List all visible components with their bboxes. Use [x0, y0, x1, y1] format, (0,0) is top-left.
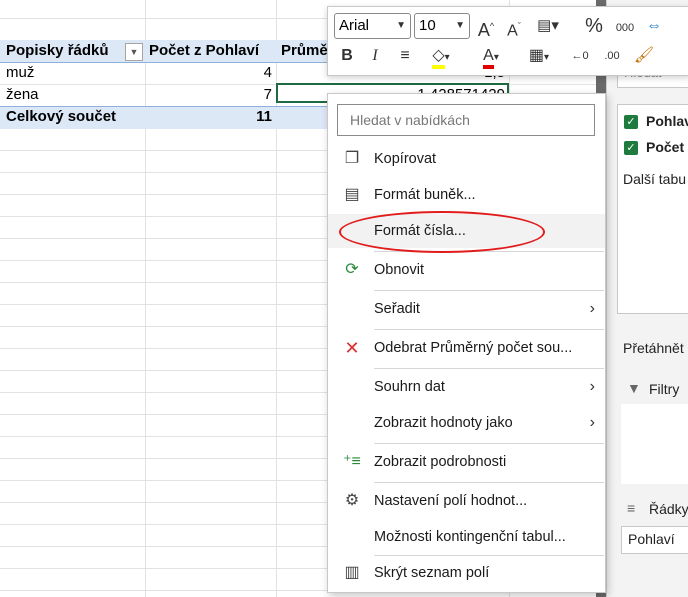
menu-item-value-field-settings[interactable]: ⚙ Nastavení polí hodnot...: [328, 484, 605, 518]
menu-item-label: Skrýt seznam polí: [374, 565, 490, 581]
more-tables-link[interactable]: Další tabu: [623, 171, 686, 187]
menu-item-label: Souhrn dat: [374, 379, 445, 395]
menu-item-format-cells[interactable]: ▤ Formát buněk...: [328, 178, 605, 212]
menu-item-copy[interactable]: ❐ Kopírovat: [328, 142, 605, 176]
pivot-row-count[interactable]: 4: [146, 62, 272, 84]
decrease-decimal-icon[interactable]: .00: [600, 43, 624, 69]
filter-icon: ▼: [627, 380, 641, 396]
bold-button[interactable]: B: [336, 43, 358, 69]
pivot-header-count[interactable]: Počet z Pohlaví: [149, 40, 259, 62]
chevron-right-icon: ›: [589, 300, 595, 317]
copy-icon: ❐: [344, 150, 360, 167]
rows-field-label: Pohlaví: [628, 531, 675, 547]
menu-item-label: Kopírovat: [374, 151, 437, 167]
menu-item-remove-value[interactable]: ✕ Odebrat Průměrný počet sou...: [328, 331, 605, 365]
increase-decimal-icon[interactable]: ←0: [568, 43, 592, 69]
menu-item-refresh[interactable]: ⟳ Obnovit: [328, 253, 605, 287]
menu-separator: [374, 368, 604, 369]
menu-separator: [374, 290, 604, 291]
menu-item-pivot-options[interactable]: Možnosti kontingenční tabul...: [328, 520, 605, 554]
format-cells-icon: ▤: [344, 186, 360, 203]
rows-icon: ≡: [627, 500, 636, 516]
menu-search-input[interactable]: Hledat v nabídkách: [337, 104, 595, 136]
field-list-icon: ▥: [344, 564, 360, 581]
increase-font-icon[interactable]: A^: [476, 13, 496, 43]
menu-item-label: Zobrazit podrobnosti: [374, 454, 507, 470]
pivot-header-row-labels[interactable]: Popisky řádků: [6, 40, 109, 62]
field-settings-icon: ⚙: [344, 492, 360, 509]
thousands-separator-button[interactable]: 000: [612, 15, 638, 41]
font-size-value: 10: [419, 17, 436, 34]
chevron-right-icon: ›: [589, 414, 595, 431]
pivot-field-list-pane: pc Hledat ✓ Pohlaví ✓ Počet Další tabu P…: [606, 0, 688, 597]
show-details-icon: ⁺≡: [343, 453, 361, 470]
chevron-down-icon: ▼: [455, 20, 465, 31]
checkbox-checked-icon[interactable]: ✓: [624, 141, 638, 155]
borders-icon[interactable]: ▦▾: [522, 43, 556, 71]
font-color-icon[interactable]: A▾: [474, 43, 508, 71]
rows-field-item[interactable]: Pohlaví: [621, 526, 688, 554]
pivot-row-label[interactable]: muž: [6, 62, 34, 84]
chevron-right-icon: ›: [589, 378, 595, 395]
menu-item-label: Nastavení polí hodnot...: [374, 493, 528, 509]
pivot-total-count[interactable]: 11: [146, 106, 272, 128]
remove-icon: ✕: [344, 338, 360, 358]
menu-separator: [374, 443, 604, 444]
menu-item-label: Možnosti kontingenční tabul...: [374, 529, 566, 545]
menu-item-label: Zobrazit hodnoty jako: [374, 415, 513, 431]
align-center-icon[interactable]: ≡: [394, 43, 416, 69]
context-menu: Hledat v nabídkách ❐ Kopírovat ▤ Formát …: [327, 93, 606, 593]
filters-drop-area[interactable]: [621, 404, 688, 484]
pivot-row-label[interactable]: žena: [6, 84, 39, 106]
pivot-row-count[interactable]: 7: [146, 84, 272, 106]
percent-style-button[interactable]: %: [583, 13, 605, 39]
menu-separator: [374, 329, 604, 330]
menu-item-label: Odebrat Průměrný počet sou...: [374, 340, 573, 356]
italic-button[interactable]: I: [364, 43, 386, 69]
pivot-total-label[interactable]: Celkový součet: [6, 106, 116, 128]
fill-color-icon[interactable]: ◇▾: [424, 43, 458, 71]
menu-item-summarize[interactable]: Souhrn dat ›: [328, 370, 605, 404]
checkbox-checked-icon[interactable]: ✓: [624, 115, 638, 129]
menu-item-hide-field-list[interactable]: ▥ Skrýt seznam polí: [328, 556, 605, 590]
menu-item-show-values-as[interactable]: Zobrazit hodnoty jako ›: [328, 406, 605, 440]
menu-item-label: Seřadit: [374, 301, 420, 317]
menu-item-show-details[interactable]: ⁺≡ Zobrazit podrobnosti: [328, 445, 605, 479]
font-name-value: Arial: [339, 17, 370, 34]
menu-item-label: Obnovit: [374, 262, 424, 278]
highlight-annotation: [339, 211, 545, 253]
menu-item-label: Formát buněk...: [374, 187, 476, 203]
menu-item-sort[interactable]: Seřadit ›: [328, 292, 605, 326]
refresh-icon: ⟳: [345, 261, 359, 278]
drag-fields-hint: Přetáhnět: [623, 340, 684, 356]
field-item[interactable]: Počet: [646, 139, 684, 155]
menu-separator: [374, 482, 604, 483]
format-painter-icon[interactable]: 🖌: [632, 43, 656, 69]
field-list-box: ✓ Pohlaví ✓ Počet Další tabu: [617, 104, 688, 314]
mini-toolbar: Arial ▼ 10 ▼ A^ Aˇ ▤▾ % 000 ⇔ B I ≡ ◇▾ A…: [327, 6, 688, 76]
font-size-dropdown[interactable]: 10 ▼: [414, 13, 470, 39]
filters-area-label: Filtry: [649, 381, 680, 397]
accounting-format-icon[interactable]: ▤▾: [533, 13, 563, 39]
decrease-font-icon[interactable]: Aˇ: [504, 13, 524, 44]
pivot-header-average[interactable]: Průmě: [281, 40, 327, 62]
chevron-down-icon: ▼: [396, 20, 406, 31]
font-name-dropdown[interactable]: Arial ▼: [334, 13, 411, 39]
filter-dropdown-icon[interactable]: ▼: [125, 43, 143, 61]
field-item[interactable]: Pohlaví: [646, 113, 688, 129]
rows-area-label: Řádky: [649, 501, 688, 517]
wrap-text-icon[interactable]: ⇔: [643, 13, 665, 39]
